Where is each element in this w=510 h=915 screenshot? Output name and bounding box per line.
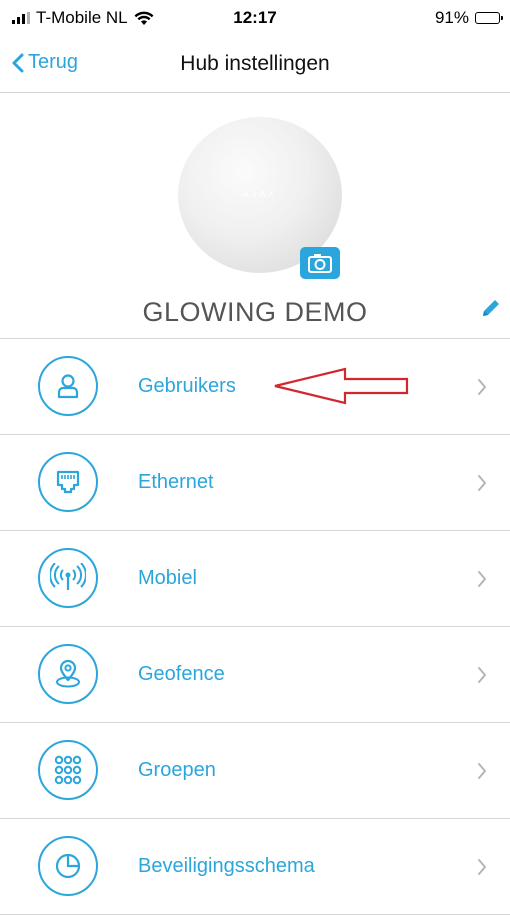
settings-item-ethernet[interactable]: Ethernet xyxy=(0,435,510,531)
page-title: Hub instellingen xyxy=(180,52,330,75)
settings-item-groepen[interactable]: Groepen xyxy=(0,723,510,819)
settings-item-geofence[interactable]: Geofence xyxy=(0,627,510,723)
settings-list: Gebruikers Ethernet Mobiel Geofence Groe… xyxy=(0,338,510,915)
settings-item-label: Geofence xyxy=(138,663,225,685)
pencil-icon xyxy=(483,300,499,316)
settings-item-label: Ethernet xyxy=(138,471,214,493)
ethernet-port-icon xyxy=(38,452,98,512)
chevron-right-icon xyxy=(478,859,486,875)
status-right: 91% xyxy=(434,8,503,28)
antenna-icon xyxy=(38,548,98,608)
chevron-right-icon xyxy=(478,571,486,587)
chevron-right-icon xyxy=(478,379,486,395)
settings-item-label: Beveiligingsschema xyxy=(138,855,315,877)
clock-icon xyxy=(38,836,98,896)
chevron-right-icon xyxy=(478,475,486,491)
chevron-right-icon xyxy=(478,667,486,683)
settings-item-beveiligingsschema[interactable]: Beveiligingsschema xyxy=(0,819,510,915)
hub-name: GLOWING DEMO xyxy=(142,297,368,327)
camera-icon xyxy=(308,254,332,273)
hub-header: AJAX GLOWING DEMO xyxy=(0,92,510,338)
battery-icon xyxy=(475,12,503,24)
user-icon xyxy=(38,356,98,416)
hub-logo: AJAX xyxy=(242,189,278,199)
battery-percent: 91% xyxy=(434,8,469,27)
settings-item-label: Groepen xyxy=(138,759,216,781)
nav-bar: Terug Hub instellingen xyxy=(0,40,510,93)
groups-grid-icon xyxy=(38,740,98,800)
location-pin-icon xyxy=(38,644,98,704)
chevron-right-icon xyxy=(478,763,486,779)
settings-item-label: Gebruikers xyxy=(138,375,236,397)
settings-item-mobiel[interactable]: Mobiel xyxy=(0,531,510,627)
edit-name-button[interactable] xyxy=(480,297,502,319)
settings-item-gebruikers[interactable]: Gebruikers xyxy=(0,339,510,435)
status-time: 12:17 xyxy=(233,8,277,27)
change-photo-button[interactable] xyxy=(300,247,340,279)
settings-item-label: Mobiel xyxy=(138,567,197,589)
status-bar: T-Mobile NL 12:17 91% xyxy=(0,0,510,40)
